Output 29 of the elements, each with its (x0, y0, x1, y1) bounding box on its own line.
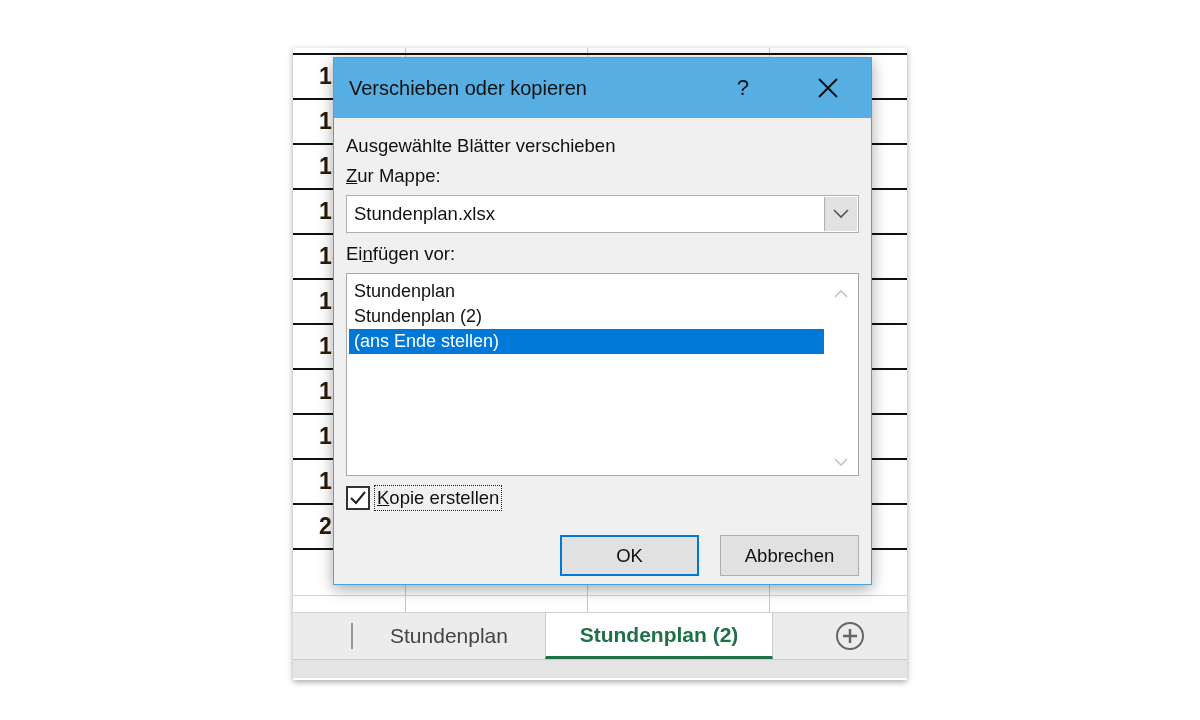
field-label: Zur Mappe: (346, 164, 442, 188)
checkbox[interactable] (346, 486, 370, 510)
row-number: 1 (319, 153, 332, 180)
list-item[interactable]: (ans Ende stellen) (349, 329, 824, 354)
list-item[interactable]: Stundenplan (2) (349, 304, 824, 329)
chevron-down-icon (833, 209, 849, 219)
row-number: 1 (319, 198, 332, 225)
row-number: 2 (319, 513, 332, 540)
help-button[interactable]: ? (736, 75, 749, 101)
row-number: 1 (319, 468, 332, 495)
row-number: 1 (319, 333, 332, 360)
row-number: 1 (319, 108, 332, 135)
row-number: 1 (319, 63, 332, 90)
list-item[interactable]: Stundenplan (349, 279, 824, 304)
row-number: 1 (319, 288, 332, 315)
sheet-tab[interactable]: Stundenplan (353, 613, 545, 659)
field-label: Einfügen vor: (346, 242, 457, 266)
add-sheet-icon[interactable] (835, 621, 865, 651)
sheet-tab[interactable]: Stundenplan (2) (545, 613, 773, 659)
dialog-heading: Ausgewählte Blätter verschieben (346, 134, 617, 158)
row-number: 1 (319, 423, 332, 450)
close-icon[interactable] (817, 77, 839, 99)
dialog-title: Verschieben oder kopieren (349, 76, 588, 100)
row-number: 1 (319, 378, 332, 405)
ok-button[interactable]: OK (560, 535, 699, 576)
cancel-button[interactable]: Abbrechen (720, 535, 859, 576)
row-number: 1 (319, 243, 332, 270)
workbook-dropdown[interactable]: Stundenplan.xlsx (346, 195, 859, 233)
checkbox-label[interactable]: Kopie erstellen (374, 485, 503, 511)
